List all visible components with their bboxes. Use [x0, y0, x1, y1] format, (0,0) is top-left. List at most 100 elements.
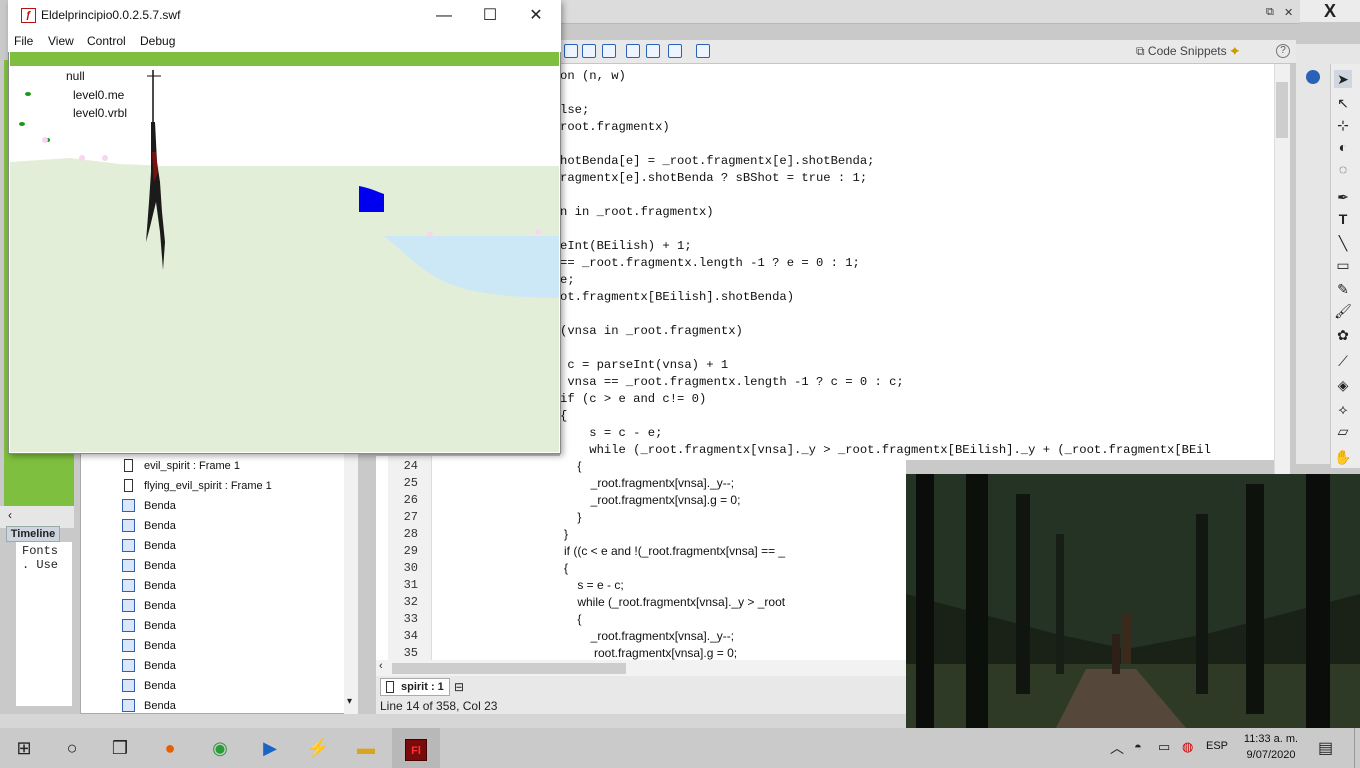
eraser-icon[interactable]: ▱ [1334, 422, 1352, 440]
output-panel: Fonts . Use [16, 542, 72, 706]
library-item[interactable]: Benda [144, 676, 176, 696]
left-panel-scroll[interactable]: ‹ [0, 506, 74, 528]
subselection-tool-icon[interactable]: ↖ [1334, 94, 1352, 112]
rectangle-tool-icon[interactable]: ▭ [1334, 256, 1352, 274]
volume-muted-icon[interactable]: ◍ [1182, 739, 1193, 755]
library-item[interactable]: flying_evil_spirit : Frame 1 [144, 476, 272, 496]
winamp-icon[interactable]: ⚡ [294, 728, 342, 768]
library-item[interactable]: Benda [144, 616, 176, 636]
output-line: . Use [22, 558, 59, 572]
menu-view[interactable]: View [48, 32, 74, 50]
minimize-button[interactable]: — [421, 4, 467, 28]
pencil-icon[interactable]: ✎ [1334, 280, 1352, 298]
file-explorer-icon[interactable]: ▬ [342, 728, 390, 768]
language-indicator[interactable]: ESP [1206, 740, 1228, 752]
pen-tool-icon[interactable]: ✒ [1334, 188, 1352, 206]
free-transform-icon[interactable]: ⊹ [1334, 116, 1352, 134]
paint-bucket-icon[interactable]: ◈ [1334, 376, 1352, 394]
check-syntax-icon[interactable] [602, 44, 616, 58]
network-icon[interactable]: ▭ [1158, 739, 1170, 755]
debug-options-icon[interactable] [668, 44, 682, 58]
uncomment-icon[interactable] [646, 44, 660, 58]
snippets-icon: ⧉ [1136, 44, 1148, 58]
code-line: vnsa == _root.fragmentx.length -1 ? c = … [560, 375, 904, 389]
task-view-icon[interactable]: ❒ [96, 728, 144, 768]
hand-tool-icon[interactable]: ✋ [1334, 448, 1352, 466]
eyedropper-icon[interactable]: ⟡ [1334, 400, 1352, 418]
deco-tool-icon[interactable]: ✿ [1334, 326, 1352, 344]
firefox-icon[interactable]: ● [146, 728, 194, 768]
insert-target-icon[interactable] [564, 44, 578, 58]
bone-tool-icon[interactable]: ⟋ [1334, 352, 1352, 370]
code-line: ragmentx[e].shotBenda ? sBShot = true : … [560, 171, 868, 185]
line-tool-icon[interactable]: ╲ [1334, 234, 1352, 252]
line-number: 27 [403, 510, 418, 524]
chrome-icon[interactable]: ◉ [196, 728, 244, 768]
code-line: } [564, 527, 569, 541]
ide-close-button[interactable]: X [1300, 0, 1360, 22]
script-icon [386, 681, 394, 693]
code-line: } [564, 510, 582, 524]
code-line: ot.fragmentx[BEilish].shotBenda) [560, 290, 795, 304]
show-desktop-button[interactable] [1354, 728, 1360, 768]
library-scrollbar[interactable]: ▾ [344, 452, 358, 714]
headset-icon[interactable]: ◓ [1134, 739, 1142, 754]
library-item[interactable]: Benda [144, 656, 176, 676]
code-line: { [564, 612, 582, 626]
script-tab-label: spirit : 1 [401, 681, 444, 693]
editor-scroll-thumb[interactable] [1276, 82, 1288, 138]
code-line: _root.fragmentx[vnsa]._y--; [564, 476, 735, 490]
line-number: 24 [403, 459, 418, 473]
maximize-button[interactable]: ☐ [467, 4, 513, 28]
movieclip-symbol-icon [122, 519, 135, 532]
library-item[interactable]: Benda [144, 576, 176, 596]
forest-video-frame [906, 474, 1360, 728]
media-player-icon[interactable]: ▶ [246, 728, 294, 768]
compass-icon[interactable] [1306, 70, 1320, 84]
pin-script-icon[interactable]: ⊟ [454, 680, 464, 694]
library-item[interactable]: Benda [144, 636, 176, 656]
tab-timeline[interactable]: Timeline [6, 526, 60, 542]
restore-icon[interactable]: ⧉ [1266, 6, 1274, 19]
close-button[interactable]: ✕ [513, 4, 559, 28]
code-snippets-button[interactable]: ⧉ Code Snippets ✦ [1136, 44, 1240, 59]
menu-control[interactable]: Control [87, 32, 126, 50]
code-line: c = parseInt(vnsa) + 1 [560, 358, 729, 372]
code-line: e; [560, 273, 575, 287]
selection-tool-icon[interactable]: ➤ [1334, 70, 1352, 88]
brush-icon[interactable]: 🖌 [1334, 302, 1352, 320]
menu-file[interactable]: File [14, 32, 33, 50]
find-icon[interactable] [582, 44, 596, 58]
3d-rotation-icon[interactable]: ◐ [1334, 138, 1352, 156]
collapse-icon[interactable] [696, 44, 710, 58]
video-player[interactable] [906, 474, 1360, 728]
search-icon[interactable]: ○ [48, 728, 96, 768]
show-hidden-icons-icon[interactable]: ︿ [1110, 738, 1124, 758]
close-doc-icon[interactable]: ✕ [1284, 6, 1293, 19]
horizontal-scroll-thumb[interactable] [392, 663, 626, 674]
script-tab-spirit[interactable]: spirit : 1 [380, 678, 450, 696]
flash-icon[interactable]: Fl [392, 728, 440, 768]
line-number: 29 [403, 544, 418, 558]
library-item[interactable]: Benda [144, 596, 176, 616]
movieclip-symbol-icon [122, 559, 135, 572]
movieclip-symbol-icon [122, 659, 135, 672]
library-item[interactable]: Benda [144, 536, 176, 556]
library-item[interactable]: Benda [144, 556, 176, 576]
notifications-icon[interactable]: ▤ [1318, 738, 1333, 758]
help-button[interactable]: ? [1276, 44, 1290, 58]
menu-debug[interactable]: Debug [140, 32, 175, 50]
line-number: 33 [403, 612, 418, 626]
start-icon[interactable]: ⊞ [0, 728, 48, 768]
library-item[interactable]: Benda [144, 516, 176, 536]
clock[interactable]: 11:33 a. m. 9/07/2020 [1238, 731, 1304, 763]
library-item[interactable]: evil_spirit : Frame 1 [144, 456, 240, 476]
line-number: 31 [403, 578, 418, 592]
text-tool-icon[interactable]: T [1334, 210, 1352, 228]
movieclip-symbol-icon [122, 699, 135, 712]
code-editor[interactable]: on (n, w) lse; root.fragmentx) hotBenda[e] … [560, 64, 1274, 460]
library-item[interactable]: Benda [144, 496, 176, 516]
comment-icon[interactable] [626, 44, 640, 58]
library-item[interactable]: Benda [144, 696, 176, 716]
lasso-icon[interactable]: ◌ [1334, 160, 1352, 178]
